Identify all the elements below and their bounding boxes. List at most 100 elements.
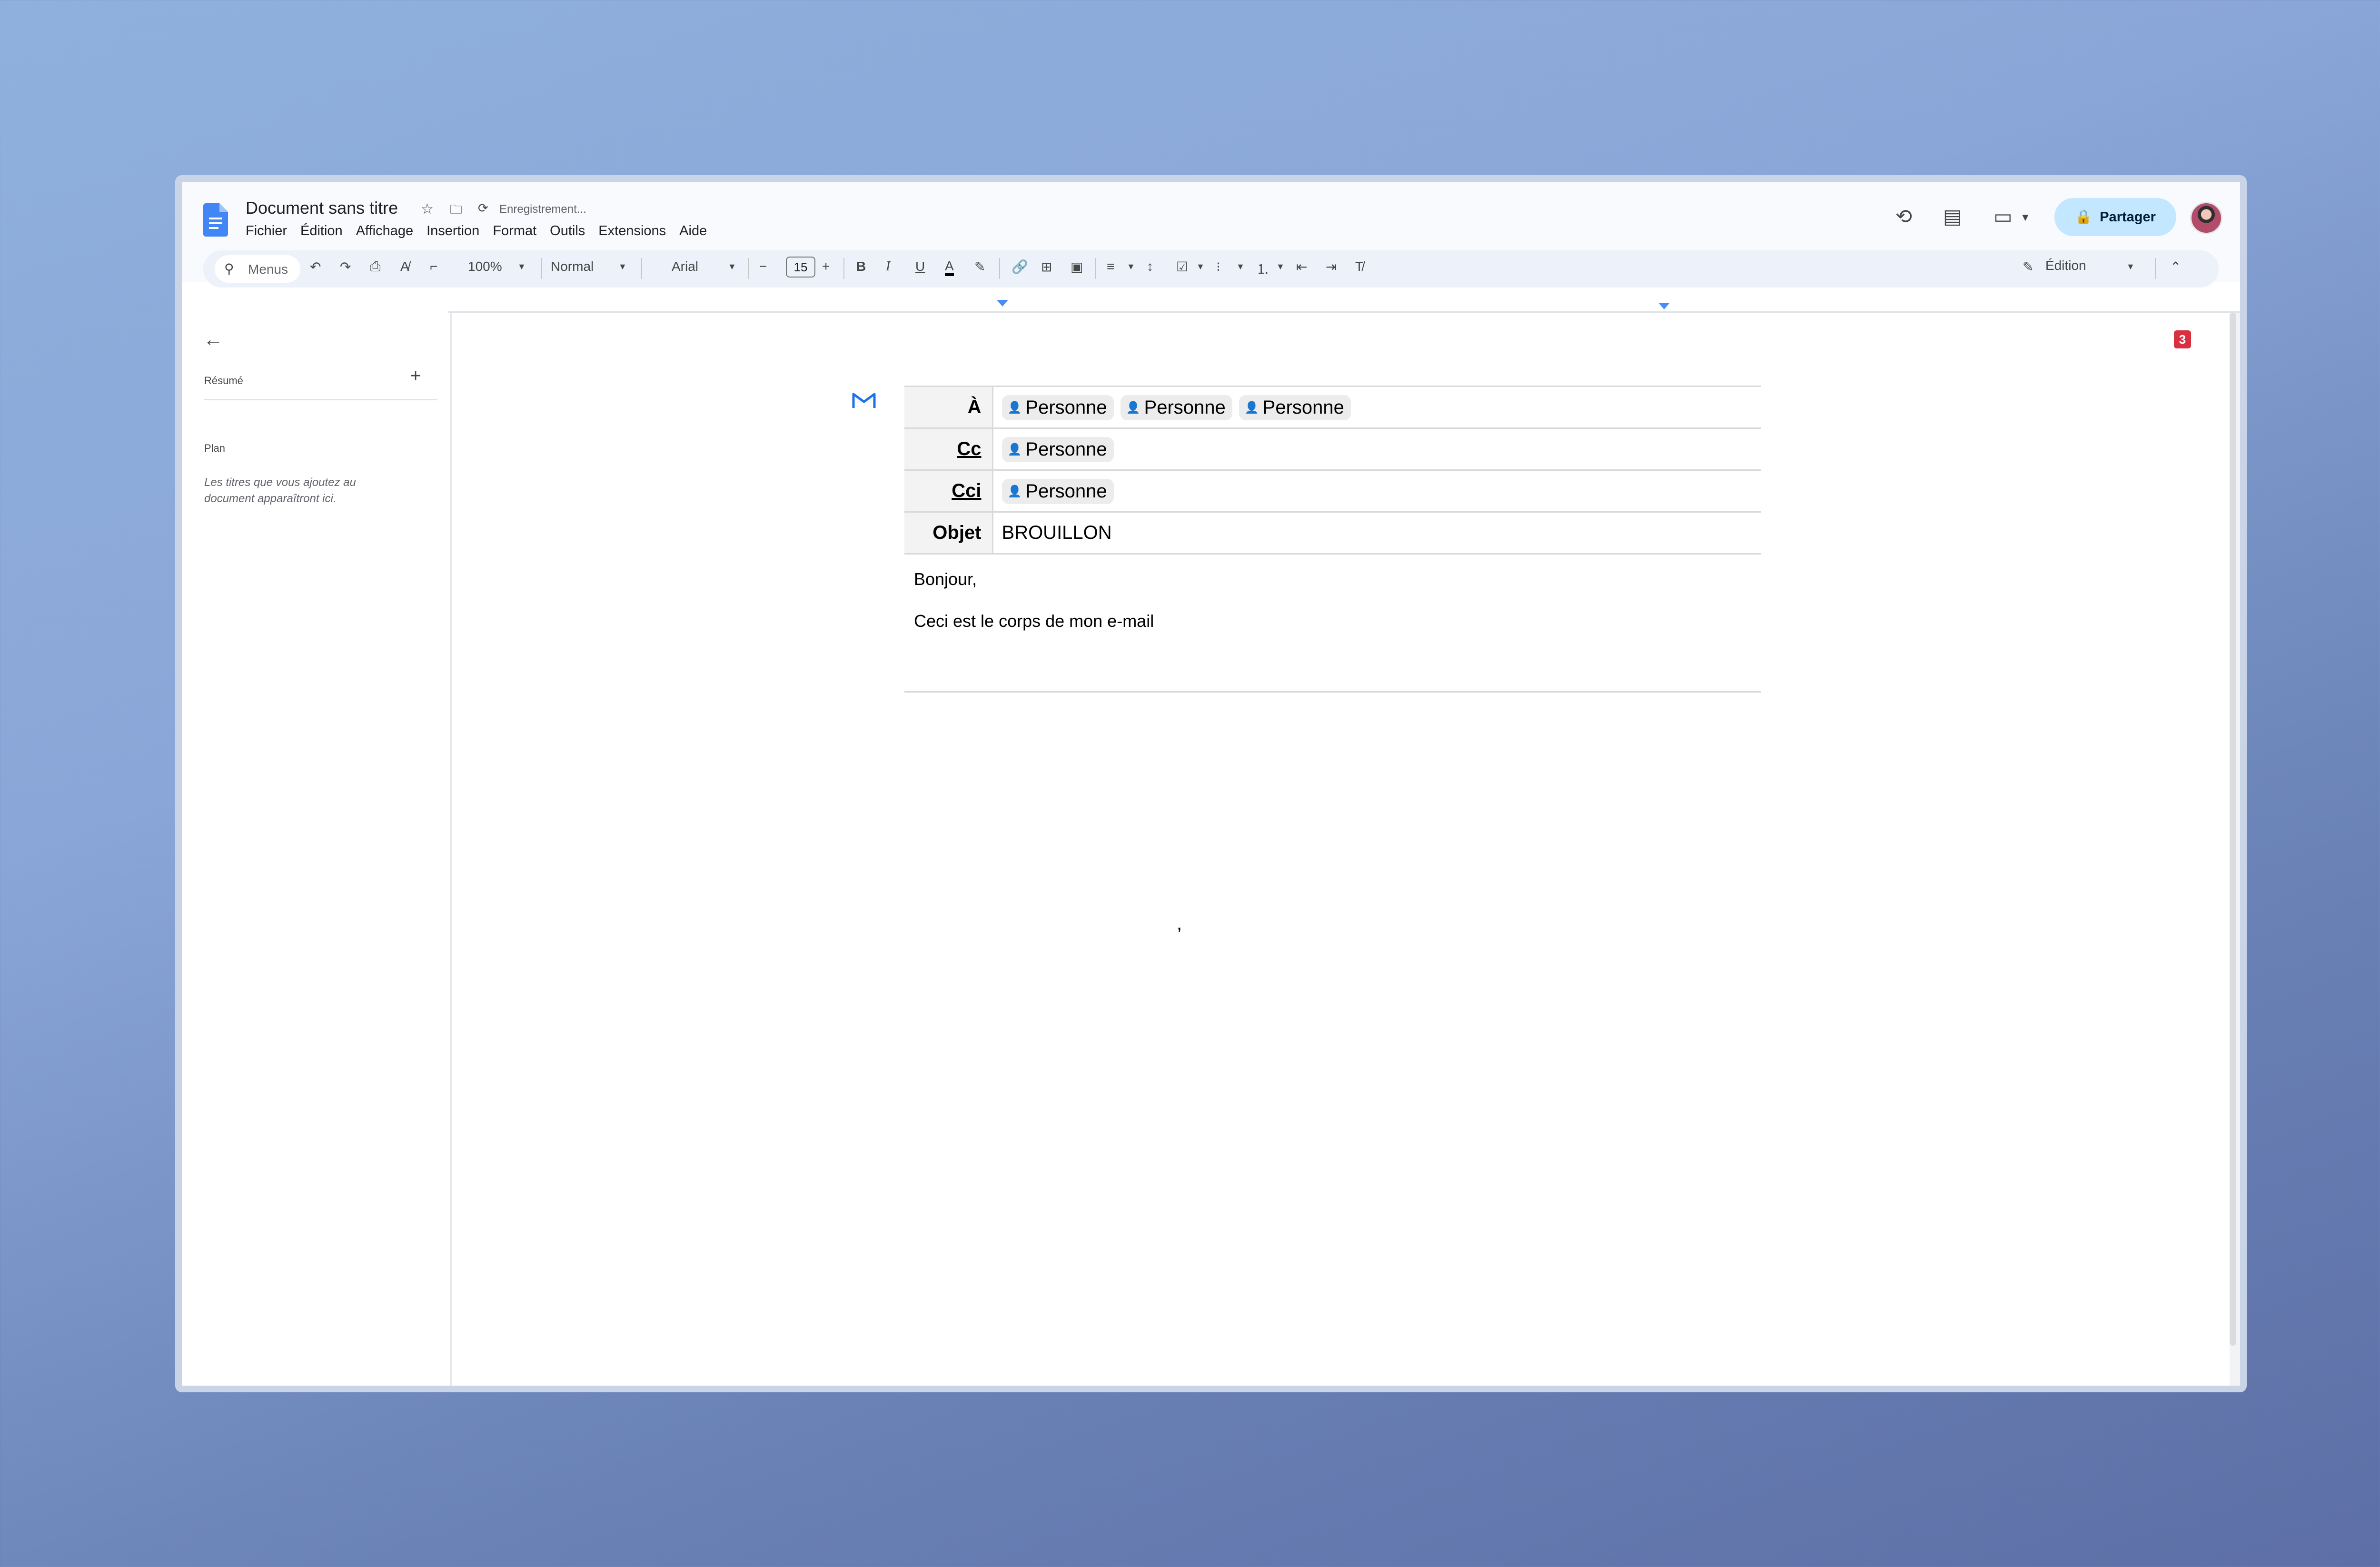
comments-icon[interactable]: ▤ bbox=[1943, 205, 1962, 228]
recipient-chip[interactable]: 👤 Personne bbox=[1239, 395, 1351, 420]
subject-field[interactable]: BROUILLON bbox=[992, 511, 1761, 555]
add-summary-icon[interactable]: + bbox=[410, 366, 421, 387]
person-icon: 👤 bbox=[1244, 401, 1259, 414]
align-icon[interactable]: ≡ bbox=[1107, 259, 1114, 274]
scrollbar-thumb[interactable] bbox=[2230, 313, 2236, 1346]
undo-icon[interactable]: ↶ bbox=[310, 259, 321, 275]
recipient-chip[interactable]: 👤 Personne bbox=[1120, 395, 1232, 420]
highlight-icon[interactable]: ✎ bbox=[974, 259, 985, 275]
subject-label: Objet bbox=[904, 511, 993, 555]
vertical-scrollbar[interactable] bbox=[2230, 313, 2240, 1386]
bulleted-list-icon[interactable]: ⁝ bbox=[1216, 259, 1220, 275]
right-indent-marker[interactable] bbox=[1658, 303, 1670, 309]
recipient-chip[interactable]: 👤 Personne bbox=[1002, 395, 1114, 420]
insert-image-icon[interactable]: ▣ bbox=[1071, 259, 1083, 275]
meet-video-icon[interactable]: ▭ bbox=[1993, 205, 2013, 228]
numbered-chevron-icon[interactable]: ▼ bbox=[1276, 262, 1285, 272]
collapse-menus-icon[interactable]: ⌃ bbox=[2170, 259, 2181, 275]
bcc-field[interactable]: 👤 Personne bbox=[992, 469, 1761, 513]
recipient-chip[interactable]: 👤 Personne bbox=[1002, 436, 1114, 462]
bcc-label[interactable]: Cci bbox=[904, 469, 993, 513]
share-label: Partager bbox=[2100, 209, 2156, 225]
move-folder-icon[interactable]: 🗀 bbox=[450, 201, 462, 222]
docs-logo-icon[interactable] bbox=[203, 203, 228, 237]
email-body[interactable]: Bonjour, Ceci est le corps de mon e-mail bbox=[904, 560, 1761, 693]
lock-icon: 🔒 bbox=[2075, 209, 2092, 225]
style-select[interactable]: Normal bbox=[551, 259, 594, 274]
avatar[interactable] bbox=[2190, 202, 2222, 234]
star-icon[interactable]: ☆ bbox=[421, 201, 434, 218]
app-window: Document sans titre ☆ 🗀 ⟳ Enregistrement… bbox=[175, 175, 2247, 1392]
underline-icon[interactable]: U bbox=[915, 259, 925, 274]
menu-fichier[interactable]: Fichier bbox=[246, 223, 287, 239]
decrease-indent-icon[interactable]: ⇤ bbox=[1296, 259, 1307, 275]
to-label: À bbox=[904, 386, 993, 429]
chip-label: Personne bbox=[1144, 397, 1226, 418]
search-icon: ⚲ bbox=[224, 261, 234, 276]
decrease-font-size-icon[interactable]: − bbox=[759, 259, 767, 274]
back-arrow-icon[interactable]: ← bbox=[203, 328, 223, 351]
font-size-input[interactable]: 15 bbox=[786, 257, 815, 278]
line-spacing-icon[interactable]: ↕ bbox=[1147, 259, 1153, 274]
cc-label[interactable]: Cc bbox=[904, 427, 993, 471]
to-row: À 👤 Personne 👤 Personne 👤 Personne bbox=[904, 386, 1761, 429]
style-chevron-icon[interactable]: ▼ bbox=[618, 262, 627, 272]
font-select[interactable]: Arial bbox=[672, 259, 698, 274]
increase-font-size-icon[interactable]: + bbox=[822, 259, 830, 274]
menu-aide[interactable]: Aide bbox=[679, 223, 707, 239]
chevron-down-icon[interactable]: ▼ bbox=[2020, 211, 2031, 224]
search-placeholder: Menus bbox=[248, 262, 288, 277]
menu-affichage[interactable]: Affichage bbox=[356, 223, 413, 239]
toolbar-divider bbox=[641, 258, 642, 279]
toolbar-divider bbox=[2155, 258, 2156, 279]
to-field[interactable]: 👤 Personne 👤 Personne 👤 Personne bbox=[992, 386, 1761, 429]
zoom-select[interactable]: 100% bbox=[468, 259, 502, 274]
redo-icon[interactable]: ↷ bbox=[340, 259, 351, 275]
link-icon[interactable]: 🔗 bbox=[1012, 259, 1028, 275]
menu-insertion[interactable]: Insertion bbox=[426, 223, 479, 239]
cc-field[interactable]: 👤 Personne bbox=[992, 427, 1761, 471]
print-icon[interactable]: ⎙ bbox=[370, 259, 380, 275]
spellcheck-icon[interactable]: A̸ bbox=[400, 259, 409, 274]
body-greeting: Bonjour, bbox=[914, 569, 977, 589]
ruler[interactable] bbox=[448, 311, 2240, 313]
toolbar-divider bbox=[843, 258, 844, 279]
chip-label: Personne bbox=[1025, 480, 1107, 502]
zoom-chevron-icon[interactable]: ▼ bbox=[517, 262, 526, 272]
gmail-icon[interactable] bbox=[852, 391, 876, 409]
add-comment-icon[interactable]: ⊞ bbox=[1041, 259, 1052, 275]
font-chevron-icon[interactable]: ▼ bbox=[728, 262, 736, 272]
chip-label: Personne bbox=[1025, 438, 1107, 460]
clear-formatting-icon[interactable]: T̸ bbox=[1355, 259, 1363, 274]
sidebar-divider bbox=[204, 399, 437, 400]
align-chevron-icon[interactable]: ▼ bbox=[1127, 262, 1135, 272]
document-title[interactable]: Document sans titre bbox=[246, 198, 398, 218]
bold-icon[interactable]: B bbox=[856, 259, 866, 274]
cc-row: Cc 👤 Personne bbox=[904, 427, 1761, 471]
history-icon[interactable]: ⟲ bbox=[1895, 205, 1912, 228]
italic-icon[interactable]: I bbox=[886, 259, 890, 274]
text-color-icon[interactable]: A bbox=[945, 259, 954, 276]
sync-icon: ⟳ bbox=[478, 201, 488, 215]
menu-edition[interactable]: Édition bbox=[300, 223, 343, 239]
paint-format-icon[interactable]: ⌐ bbox=[430, 259, 437, 274]
menu-extensions[interactable]: Extensions bbox=[598, 223, 666, 239]
left-indent-marker[interactable] bbox=[997, 300, 1008, 307]
increase-indent-icon[interactable]: ⇥ bbox=[1326, 259, 1337, 275]
numbered-list-icon[interactable]: ⒈ bbox=[1256, 259, 1269, 278]
checklist-icon[interactable]: ☑ bbox=[1176, 259, 1188, 275]
person-icon: 👤 bbox=[1007, 485, 1022, 498]
checklist-chevron-icon[interactable]: ▼ bbox=[1196, 262, 1205, 272]
menu-search-input[interactable]: ⚲ Menus bbox=[215, 255, 300, 283]
edit-pencil-icon[interactable]: ✎ bbox=[2023, 259, 2033, 275]
share-button[interactable]: 🔒 Partager bbox=[2054, 198, 2176, 236]
recipient-chip[interactable]: 👤 Personne bbox=[1002, 478, 1114, 504]
mode-chevron-icon[interactable]: ▼ bbox=[2126, 262, 2135, 272]
bullet-chevron-icon[interactable]: ▼ bbox=[1236, 262, 1245, 272]
mode-select[interactable]: Édition bbox=[2045, 258, 2086, 273]
comment-count-badge[interactable]: 3 bbox=[2174, 330, 2191, 348]
menu-format[interactable]: Format bbox=[493, 223, 536, 239]
save-status: Enregistrement... bbox=[499, 203, 586, 216]
menu-outils[interactable]: Outils bbox=[550, 223, 585, 239]
subject-row: Objet BROUILLON bbox=[904, 511, 1761, 555]
